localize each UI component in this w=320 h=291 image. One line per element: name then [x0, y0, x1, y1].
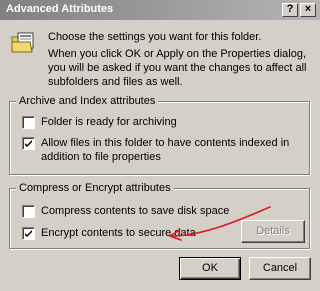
close-icon: ×	[304, 3, 312, 15]
cancel-button[interactable]: Cancel	[249, 257, 311, 280]
encrypt-checkbox[interactable]	[22, 227, 35, 240]
advanced-attributes-dialog: Advanced Attributes ? × Choose the setti…	[0, 0, 320, 291]
window-title: Advanced Attributes	[6, 3, 114, 15]
close-button[interactable]: ×	[300, 3, 316, 17]
index-checkbox[interactable]	[22, 137, 35, 150]
checkmark-icon	[25, 140, 32, 147]
help-button[interactable]: ?	[282, 3, 298, 17]
details-button[interactable]: Details	[241, 220, 305, 243]
compress-checkbox[interactable]	[22, 205, 35, 218]
encrypt-checkbox-label[interactable]: Encrypt contents to secure data	[41, 226, 196, 240]
folder-properties-icon	[11, 32, 34, 53]
index-checkbox-row[interactable]: Allow files in this folder to have conte…	[22, 136, 304, 164]
index-checkbox-label[interactable]: Allow files in this folder to have conte…	[41, 136, 304, 164]
archive-checkbox[interactable]	[22, 116, 35, 129]
intro-text: Choose the settings you want for this fo…	[48, 30, 310, 92]
help-icon: ?	[286, 3, 294, 15]
title-bar[interactable]: Advanced Attributes ? ×	[0, 0, 320, 20]
ok-button[interactable]: OK	[179, 257, 241, 280]
intro-line-1: Choose the settings you want for this fo…	[48, 31, 262, 43]
compress-checkbox-row[interactable]: Compress contents to save disk space	[22, 204, 229, 218]
compress-encrypt-group-title: Compress or Encrypt attributes	[16, 181, 174, 195]
intro-line-2: When you click OK or Apply on the Proper…	[48, 48, 307, 88]
archive-index-group-title: Archive and Index attributes	[16, 94, 159, 108]
archive-checkbox-row[interactable]: Folder is ready for archiving	[22, 115, 177, 129]
checkmark-icon	[25, 230, 32, 237]
encrypt-checkbox-row[interactable]: Encrypt contents to secure data	[22, 226, 196, 240]
compress-checkbox-label[interactable]: Compress contents to save disk space	[41, 204, 229, 218]
compress-encrypt-group: Compress or Encrypt attributes Compress …	[9, 181, 311, 250]
archive-checkbox-label[interactable]: Folder is ready for archiving	[41, 115, 177, 129]
archive-index-group: Archive and Index attributes Folder is r…	[9, 94, 311, 176]
